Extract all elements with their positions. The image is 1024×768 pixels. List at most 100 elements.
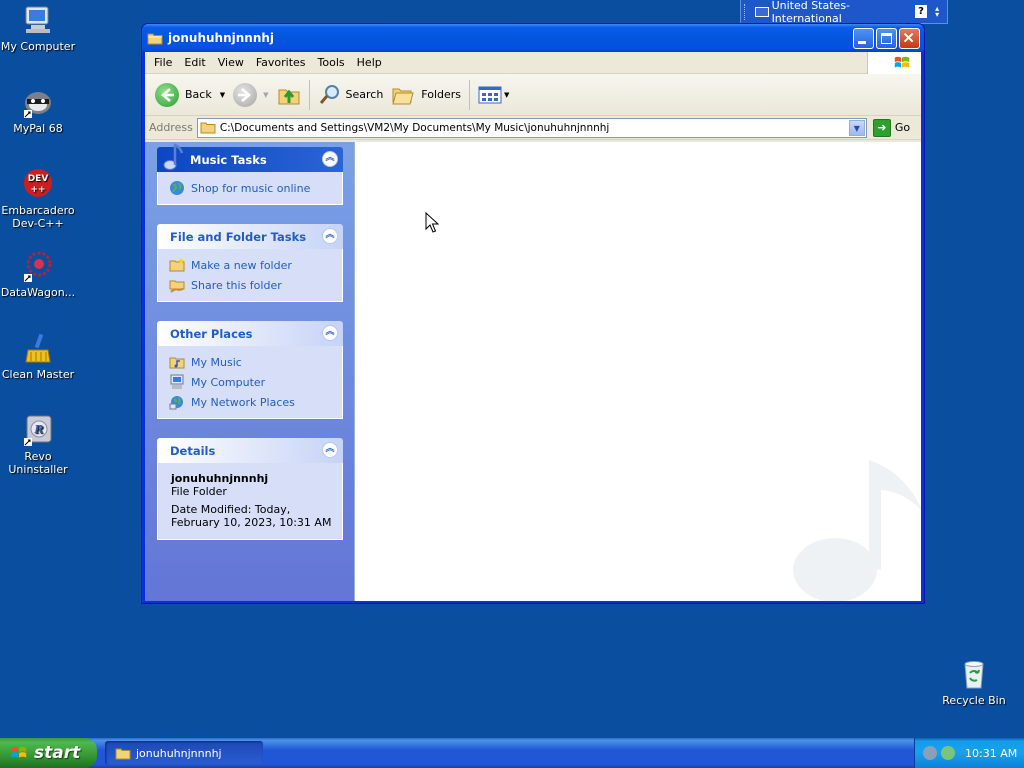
desktop-icon-label: My Computer: [0, 40, 76, 53]
file-folder-tasks-body: Make a new folder Share this folder: [157, 249, 343, 302]
my-music-link[interactable]: My Music: [169, 352, 342, 372]
desktop-icon-label: Revo Uninstaller: [8, 450, 68, 476]
windows-flag-icon: [11, 746, 27, 758]
desktop-icon-clean-master[interactable]: Clean Master: [0, 332, 76, 381]
views-button[interactable]: ▼: [474, 77, 513, 113]
address-label: Address: [149, 121, 193, 134]
other-places-header[interactable]: Other Places ︽: [157, 321, 343, 346]
windows-logo: [867, 52, 921, 74]
desktop-icon-label: MyPal 68: [13, 122, 63, 135]
svg-text:DEV: DEV: [28, 174, 49, 184]
address-path: C:\Documents and Settings\VM2\My Documen…: [219, 121, 610, 134]
title-bar[interactable]: jonuhuhnjnnnhj: [142, 24, 924, 52]
minimize-icon: [858, 41, 866, 44]
close-button[interactable]: [899, 28, 920, 49]
back-dropdown-icon[interactable]: ▼: [220, 91, 225, 99]
make-new-folder-link[interactable]: Make a new folder: [169, 255, 342, 275]
details-header[interactable]: Details ︽: [157, 438, 343, 463]
minimize-button[interactable]: [853, 28, 874, 49]
devcpp-icon: DEV ++: [22, 168, 54, 200]
input-language[interactable]: United States-International: [772, 0, 915, 25]
maximize-icon: [881, 33, 892, 44]
menu-file[interactable]: File: [148, 56, 178, 69]
music-note-watermark-icon: [793, 460, 921, 601]
menu-bar: File Edit View Favorites Tools Help: [145, 52, 921, 74]
music-note-icon: [163, 143, 184, 170]
music-tasks-header[interactable]: Music Tasks ︽: [157, 143, 343, 172]
share-folder-label: Share this folder: [191, 278, 282, 292]
music-tasks-title: Music Tasks: [190, 152, 267, 167]
mouse-cursor-icon: [425, 212, 439, 233]
taskbar-window-button[interactable]: jonuhuhnjnnnhj: [105, 741, 263, 765]
taskbar: start jonuhuhnjnnnhj 10:31 AM: [0, 738, 1024, 768]
up-folder-icon: [278, 89, 299, 104]
svg-text:++: ++: [30, 185, 45, 195]
menu-help[interactable]: Help: [351, 56, 388, 69]
help-icon[interactable]: ?: [914, 5, 928, 18]
share-folder-link[interactable]: Share this folder: [169, 275, 342, 295]
svg-text:R: R: [33, 423, 43, 436]
desktop-icon-recycle-bin[interactable]: Recycle Bin: [936, 658, 1012, 707]
share-folder-icon: [169, 280, 185, 293]
address-dropdown-icon[interactable]: ▼: [848, 119, 865, 136]
volume-tray-icon[interactable]: [923, 746, 937, 760]
file-folder-tasks-panel: File and Folder Tasks ︽ Make a new folde…: [157, 224, 343, 302]
network-tray-icon[interactable]: [941, 746, 955, 760]
desktop-icon-my-computer[interactable]: My Computer: [0, 4, 76, 53]
broom-icon: [22, 332, 54, 364]
menu-edit[interactable]: Edit: [178, 56, 211, 69]
collapse-chevron-icon[interactable]: ︽: [322, 151, 338, 167]
window-title: jonuhuhnjnnnhj: [168, 31, 275, 45]
details-modified: Date Modified: Today, February 10, 2023,…: [171, 503, 332, 529]
desktop-icon-label: Embarcadero Dev-C++: [1, 204, 75, 230]
menu-tools[interactable]: Tools: [312, 56, 351, 69]
language-bar[interactable]: United States-International ? ▴ ▾: [740, 0, 948, 25]
menu-view[interactable]: View: [212, 56, 250, 69]
go-button[interactable]: ➜ Go: [872, 118, 911, 137]
details-title: Details: [170, 443, 216, 458]
music-tasks-body: Shop for music online: [157, 172, 343, 205]
close-icon: [903, 32, 914, 43]
langbar-options-icon[interactable]: ▴ ▾: [933, 4, 941, 18]
desktop-icon-revo[interactable]: R Revo Uninstaller: [0, 414, 76, 476]
shop-music-online-link[interactable]: Shop for music online: [169, 178, 342, 198]
collapse-chevron-icon[interactable]: ︽: [322, 442, 338, 458]
raccoon-browser-icon: [22, 86, 54, 118]
my-computer-link[interactable]: My Computer: [169, 372, 342, 392]
collapse-chevron-icon[interactable]: ︽: [322, 325, 338, 341]
my-network-places-link[interactable]: My Network Places: [169, 392, 342, 412]
back-button[interactable]: Back ▼: [151, 77, 229, 113]
make-new-folder-label: Make a new folder: [191, 258, 292, 272]
my-computer-icon: [170, 374, 184, 389]
music-folder-icon: [169, 357, 185, 369]
music-tasks-panel: Music Tasks ︽ Shop for music online: [157, 143, 343, 205]
collapse-chevron-icon[interactable]: ︽: [322, 228, 338, 244]
file-folder-tasks-header[interactable]: File and Folder Tasks ︽: [157, 224, 343, 249]
search-label: Search: [345, 88, 384, 101]
file-view[interactable]: [354, 142, 921, 601]
address-input[interactable]: C:\Documents and Settings\VM2\My Documen…: [196, 117, 867, 138]
forward-button[interactable]: ▼: [229, 77, 272, 113]
up-folder-button[interactable]: [273, 77, 305, 113]
new-folder-icon: [169, 258, 185, 272]
language-bar-grip[interactable]: [744, 4, 746, 20]
start-button[interactable]: start: [0, 738, 97, 768]
clock[interactable]: 10:31 AM: [965, 747, 1017, 760]
desktop-icon-devcpp[interactable]: DEV ++ Embarcadero Dev-C++: [0, 168, 76, 230]
network-places-icon: [169, 396, 183, 410]
go-label: Go: [894, 121, 911, 134]
maximize-button[interactable]: [876, 28, 897, 49]
my-computer-icon: [22, 4, 54, 36]
search-button[interactable]: Search: [314, 77, 388, 113]
forward-dropdown-icon[interactable]: ▼: [263, 91, 268, 99]
folder-icon: [200, 122, 216, 134]
desktop-icon-datawagon[interactable]: DataWagon...: [0, 250, 76, 299]
folders-button[interactable]: Folders: [387, 77, 465, 113]
other-places-panel: Other Places ︽ My Music My Computer My N…: [157, 321, 343, 419]
keyboard-icon: [755, 6, 769, 17]
desktop-icon-mypal[interactable]: MyPal 68: [0, 86, 76, 135]
datawagon-icon: [22, 250, 54, 282]
details-type: File Folder: [171, 485, 227, 498]
views-dropdown-icon: ▼: [504, 90, 510, 99]
menu-favorites[interactable]: Favorites: [250, 56, 312, 69]
